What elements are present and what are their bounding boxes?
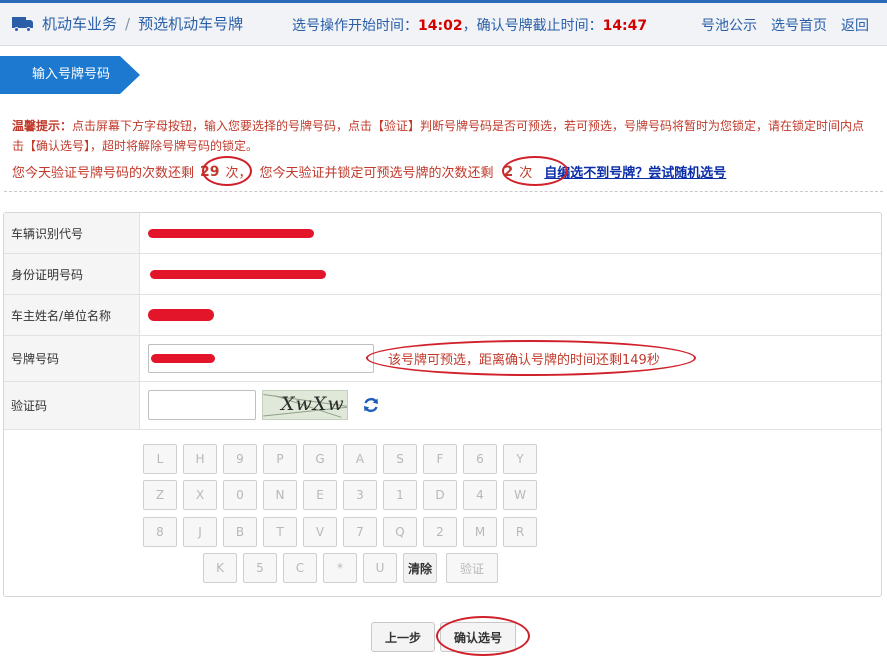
key-button[interactable]: X — [183, 480, 217, 510]
remaining-attempts: 您今天验证号牌号码的次数还剩 29 次， 您今天验证并锁定可预选号牌的次数还剩 … — [12, 162, 726, 182]
plate-label: 号牌号码 — [4, 336, 140, 381]
key-button[interactable]: F — [423, 444, 457, 474]
key-button[interactable]: Y — [503, 444, 537, 474]
plate-pool-link[interactable]: 号池公示 — [701, 15, 757, 35]
refresh-icon[interactable] — [362, 396, 380, 414]
key-button[interactable]: N — [263, 480, 297, 510]
key-button[interactable]: 1 — [383, 480, 417, 510]
key-button[interactable]: V — [303, 517, 337, 547]
id-redaction — [150, 270, 326, 279]
captcha-text: XwXw — [281, 393, 345, 415]
key-button[interactable]: R — [503, 517, 537, 547]
start-time-label: 选号操作开始时间： — [292, 18, 418, 34]
key-button[interactable]: S — [383, 444, 417, 474]
vin-redaction — [148, 229, 314, 238]
vin-row: 车辆识别代号 — [4, 213, 881, 254]
captcha-input[interactable] — [148, 390, 256, 420]
key-button[interactable]: 0 — [223, 480, 257, 510]
owner-row: 车主姓名/单位名称 — [4, 295, 881, 336]
divider — [4, 191, 883, 192]
annotation-oval-lock-count — [502, 156, 568, 186]
captcha-label: 验证码 — [4, 382, 140, 429]
key-button[interactable]: G — [303, 444, 337, 474]
key-button[interactable]: K — [203, 553, 237, 583]
key-button[interactable]: A — [343, 444, 377, 474]
key-button[interactable]: 2 — [423, 517, 457, 547]
selection-home-link[interactable]: 选号首页 — [771, 15, 827, 35]
annotation-oval-verify-count — [202, 156, 252, 186]
session-timing: 选号操作开始时间：14:02，确认号牌截止时间：14:47 — [292, 15, 647, 35]
breadcrumb: 机动车业务 / 预选机动车号牌 — [12, 13, 243, 34]
truck-icon — [12, 16, 34, 32]
back-link[interactable]: 返回 — [841, 15, 869, 35]
owner-value — [140, 295, 881, 335]
captcha-image: XwXw — [262, 390, 348, 420]
key-button[interactable]: T — [263, 517, 297, 547]
prev-step-button[interactable]: 上一步 — [371, 622, 435, 652]
verify-count-prefix: 您今天验证号牌号码的次数还剩 — [12, 166, 195, 181]
key-button[interactable]: Z — [143, 480, 177, 510]
key-button[interactable]: L — [143, 444, 177, 474]
key-button[interactable]: E — [303, 480, 337, 510]
id-row: 身份证明号码 — [4, 254, 881, 295]
vin-label: 车辆识别代号 — [4, 213, 140, 253]
plate-number-input[interactable] — [148, 344, 374, 373]
key-button[interactable]: * — [323, 553, 357, 583]
key-button[interactable]: 8 — [143, 517, 177, 547]
key-button[interactable]: 3 — [343, 480, 377, 510]
tip-line-2: 击【确认选号】，超时将解除号牌号码的锁定。 — [12, 139, 259, 153]
tip-line-1: 点击屏幕下方字母按钮，输入您要选择的号牌号码，点击【验证】判断号牌号码是否可预选… — [72, 119, 865, 133]
key-button[interactable]: 4 — [463, 480, 497, 510]
top-links: 号池公示 选号首页 返回 — [701, 15, 869, 35]
warm-tip: 温馨提示：点击屏幕下方字母按钮，输入您要选择的号牌号码，点击【验证】判断号牌号码… — [12, 116, 872, 156]
verify-button[interactable]: 验证 — [446, 553, 498, 583]
end-time-label: ，确认号牌截止时间： — [462, 18, 603, 34]
key-button[interactable]: 5 — [243, 553, 277, 583]
key-button[interactable]: B — [223, 517, 257, 547]
key-button[interactable]: H — [183, 444, 217, 474]
key-button[interactable]: J — [183, 517, 217, 547]
tip-prefix: 温馨提示： — [12, 119, 73, 133]
key-button[interactable]: P — [263, 444, 297, 474]
plate-status-message: 该号牌可预选，距离确认号牌的时间还剩149秒 — [366, 340, 696, 376]
key-button[interactable]: 6 — [463, 444, 497, 474]
plate-form-panel: 车辆识别代号 身份证明号码 车主姓名/单位名称 号牌号码 该号牌可预选，距离确认… — [3, 212, 882, 597]
captcha-row: 验证码 XwXw — [4, 382, 881, 430]
plate-redaction — [151, 354, 215, 363]
owner-label: 车主姓名/单位名称 — [4, 295, 140, 335]
key-button[interactable]: 7 — [343, 517, 377, 547]
plate-row: 号牌号码 该号牌可预选，距离确认号牌的时间还剩149秒 — [4, 336, 881, 382]
key-button[interactable]: 9 — [223, 444, 257, 474]
key-button[interactable]: U — [363, 553, 397, 583]
vin-value — [140, 213, 881, 253]
breadcrumb-separator: / — [125, 14, 131, 33]
key-button[interactable]: Q — [383, 517, 417, 547]
annotation-oval-confirm — [436, 616, 530, 656]
end-time-value: 14:47 — [602, 18, 648, 34]
key-button[interactable]: W — [503, 480, 537, 510]
id-value — [140, 254, 881, 294]
breadcrumb-item-vehicle-business[interactable]: 机动车业务 — [42, 13, 117, 34]
top-bar: 机动车业务 / 预选机动车号牌 选号操作开始时间：14:02，确认号牌截止时间：… — [0, 0, 887, 46]
plate-value: 该号牌可预选，距离确认号牌的时间还剩149秒 — [140, 336, 881, 381]
random-select-link[interactable]: 自编选不到号牌？尝试随机选号 — [544, 162, 726, 181]
step-arrow-tip — [120, 56, 141, 94]
lock-count-prefix: 您今天验证并锁定可预选号牌的次数还剩 — [259, 166, 494, 181]
key-button[interactable]: M — [463, 517, 497, 547]
id-label: 身份证明号码 — [4, 254, 140, 294]
step-label: 输入号牌号码 — [0, 56, 121, 94]
owner-redaction — [148, 309, 214, 321]
key-button[interactable]: D — [423, 480, 457, 510]
step-indicator: 输入号牌号码 — [0, 56, 141, 94]
clear-button[interactable]: 清除 — [403, 553, 437, 583]
captcha-value: XwXw — [140, 382, 881, 429]
key-button[interactable]: C — [283, 553, 317, 583]
breadcrumb-item-preselect-plate: 预选机动车号牌 — [138, 15, 244, 33]
start-time-value: 14:02 — [418, 18, 463, 34]
